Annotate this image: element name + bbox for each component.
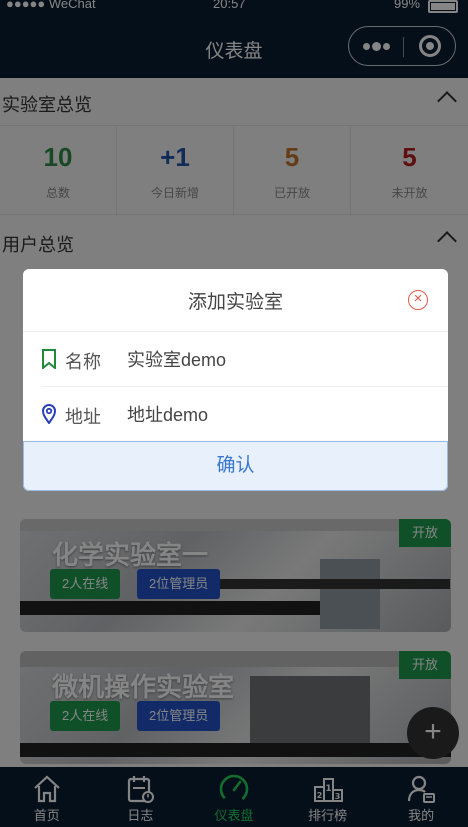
address-row: 地址 bbox=[23, 387, 448, 441]
name-field[interactable] bbox=[127, 348, 427, 369]
add-lab-dialog: 添加实验室 × 名称 地址 确认 bbox=[23, 269, 448, 491]
location-pin-icon bbox=[41, 404, 57, 424]
name-row: 名称 bbox=[23, 332, 448, 386]
name-label: 名称 bbox=[65, 352, 101, 372]
address-label: 地址 bbox=[65, 407, 101, 427]
bookmark-icon bbox=[42, 349, 56, 369]
confirm-button[interactable]: 确认 bbox=[23, 441, 448, 491]
address-field[interactable] bbox=[127, 403, 427, 424]
close-icon[interactable]: × bbox=[408, 290, 428, 310]
dialog-title: 添加实验室 bbox=[187, 292, 283, 313]
